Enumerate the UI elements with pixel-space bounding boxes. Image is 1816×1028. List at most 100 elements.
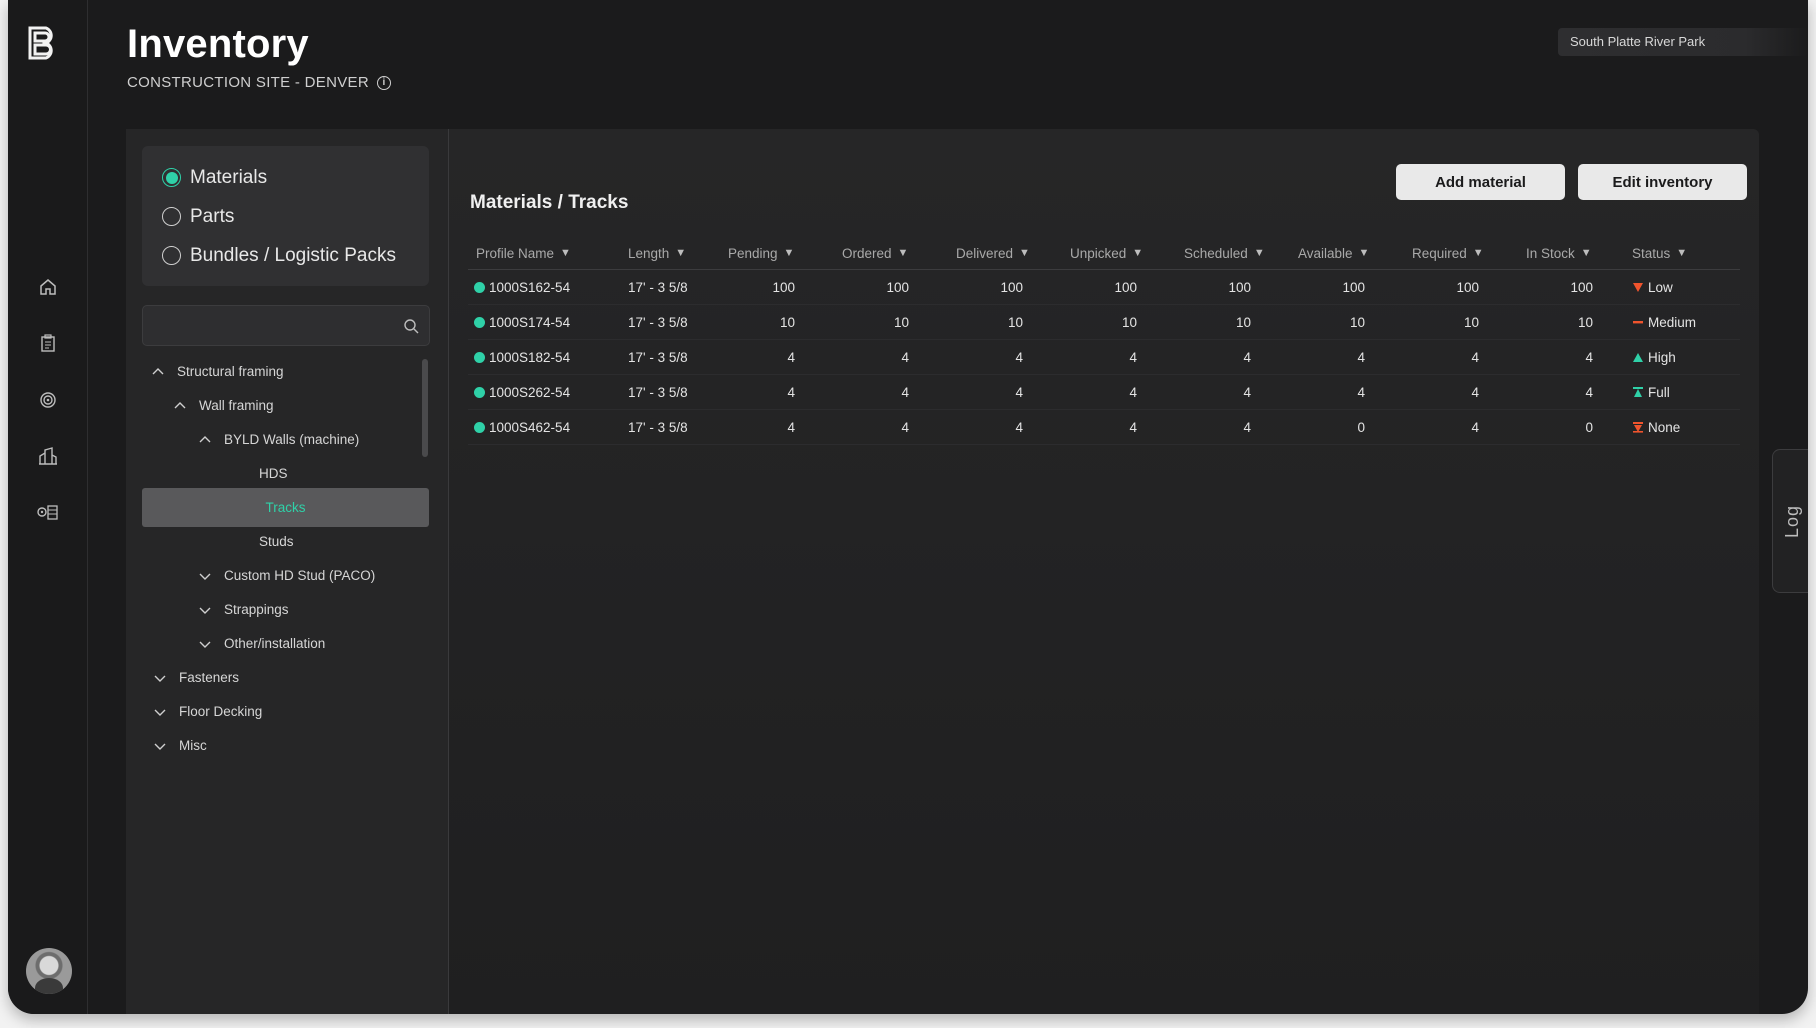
- available-cell: 100: [1342, 279, 1365, 295]
- site-label: CONSTRUCTION SITE - DENVER: [127, 74, 369, 91]
- home-icon[interactable]: [34, 273, 62, 301]
- user-avatar[interactable]: [26, 948, 72, 994]
- col-header-in-stock[interactable]: In Stock ▼: [1510, 246, 1624, 261]
- tree-label: HDS: [259, 466, 288, 481]
- add-material-button[interactable]: Add material: [1396, 164, 1565, 200]
- pending-cell: 4: [787, 419, 795, 435]
- unpicked-cell: 4: [1129, 349, 1137, 365]
- search-icon[interactable]: [403, 318, 419, 334]
- unpicked-cell: 10: [1121, 314, 1137, 330]
- radio-parts[interactable]: Parts: [142, 197, 429, 236]
- radio-button[interactable]: [162, 207, 181, 226]
- radio-label: Parts: [190, 205, 235, 227]
- inventory-table: Profile Name ▼ Length ▼ Pending ▼ Ordered ▼ …: [468, 237, 1740, 445]
- warehouse-icon[interactable]: [34, 498, 62, 526]
- table-row[interactable]: 1000S262-54 17' - 3 5/8 4 4 4 4 4 4 4 4 Full: [468, 375, 1740, 410]
- scheduled-cell: 10: [1235, 314, 1251, 330]
- sort-arrow-icon: ▼: [1019, 247, 1030, 259]
- col-header-delivered[interactable]: Delivered ▼: [940, 246, 1054, 261]
- required-cell: 100: [1456, 279, 1479, 295]
- tree-label: Tracks: [265, 500, 306, 515]
- status-dot-icon: [474, 316, 485, 328]
- tree-label: Wall framing: [199, 398, 274, 413]
- profile-name-cell: 1000S182-54: [468, 350, 614, 365]
- chevron-down-icon: [199, 641, 211, 648]
- app-window: Inventory CONSTRUCTION SITE - DENVER i S…: [8, 0, 1808, 1014]
- col-header-ordered[interactable]: Ordered ▼: [826, 246, 940, 261]
- required-cell: 4: [1471, 384, 1479, 400]
- nav-rail: [8, 0, 88, 1014]
- materials-content: Materials / Tracks Add material Edit inv…: [450, 129, 1759, 1014]
- site-selector[interactable]: South Platte River Park: [1558, 28, 1808, 56]
- ordered-cell: 4: [901, 419, 909, 435]
- tree-scrollbar[interactable]: [422, 359, 428, 457]
- col-header-available[interactable]: Available ▼: [1282, 246, 1396, 261]
- col-header-unpicked[interactable]: Unpicked ▼: [1054, 246, 1168, 261]
- required-cell: 4: [1471, 349, 1479, 365]
- status-medium-icon: [1632, 316, 1644, 328]
- tree-label: Studs: [259, 534, 294, 549]
- tree-label: Fasteners: [179, 670, 240, 685]
- table-row[interactable]: 1000S182-54 17' - 3 5/8 4 4 4 4 4 4 4 4 High: [468, 340, 1740, 375]
- ordered-cell: 4: [901, 349, 909, 365]
- search-input[interactable]: [143, 306, 383, 345]
- edit-inventory-button[interactable]: Edit inventory: [1578, 164, 1747, 200]
- clipboard-icon[interactable]: [34, 329, 62, 357]
- radio-materials[interactable]: Materials: [142, 158, 429, 197]
- chevron-up-icon: [199, 435, 211, 442]
- unpicked-cell: 4: [1129, 384, 1137, 400]
- chevron-down-icon: [199, 573, 211, 580]
- length-cell: 17' - 3 5/8: [628, 349, 688, 365]
- target-icon[interactable]: [34, 386, 62, 414]
- status-none-icon: [1632, 421, 1644, 433]
- status-cell: Low: [1624, 280, 1724, 295]
- col-header-length[interactable]: Length ▼: [614, 246, 712, 261]
- sort-arrow-icon: ▼: [897, 247, 909, 259]
- pending-cell: 4: [787, 349, 795, 365]
- radio-bundles[interactable]: Bundles / Logistic Packs: [142, 236, 429, 275]
- table-row[interactable]: 1000S162-54 17' - 3 5/8 100 100 100 100 100 100…: [468, 270, 1740, 305]
- col-header-status[interactable]: Status ▼: [1624, 246, 1724, 261]
- required-cell: 10: [1463, 314, 1479, 330]
- col-header-required[interactable]: Required ▼: [1396, 246, 1510, 261]
- brand-logo-icon[interactable]: [26, 24, 62, 64]
- pending-cell: 100: [772, 279, 795, 295]
- radio-label: Bundles / Logistic Packs: [190, 244, 396, 266]
- pending-cell: 4: [787, 384, 795, 400]
- chevron-down-icon: [199, 607, 211, 614]
- col-header-pending[interactable]: Pending ▼: [712, 246, 826, 261]
- in-stock-cell: 4: [1585, 384, 1593, 400]
- sort-arrow-icon: ▼: [1358, 247, 1370, 259]
- status-cell: None: [1624, 420, 1724, 435]
- available-cell: 4: [1357, 384, 1365, 400]
- info-icon[interactable]: i: [376, 75, 391, 90]
- status-dot-icon: [474, 386, 485, 398]
- building-icon[interactable]: [34, 442, 62, 470]
- tree-label: BYLD Walls (machine): [224, 432, 360, 447]
- table-row[interactable]: 1000S174-54 17' - 3 5/8 10 10 10 10 10 10 10 10 Me…: [468, 305, 1740, 340]
- status-full-icon: [1632, 386, 1644, 398]
- ordered-cell: 4: [901, 384, 909, 400]
- radio-button-selected[interactable]: [162, 168, 181, 187]
- tree-label: Strappings: [224, 602, 289, 617]
- delivered-cell: 4: [1015, 384, 1023, 400]
- main-panel: Materials Parts Bundles / Logistic Packs: [126, 129, 1759, 1014]
- length-cell: 17' - 3 5/8: [628, 419, 688, 435]
- profile-name-cell: 1000S462-54: [468, 420, 614, 435]
- ordered-cell: 100: [886, 279, 909, 295]
- scheduled-cell: 4: [1243, 349, 1251, 365]
- table-row[interactable]: 1000S462-54 17' - 3 5/8 4 4 4 4 4 0 4 0 None: [468, 410, 1740, 445]
- status-cell: Medium: [1624, 315, 1724, 330]
- chevron-down-icon: [154, 709, 166, 716]
- radio-button[interactable]: [162, 246, 181, 265]
- col-header-profile-name[interactable]: Profile Name ▼: [468, 246, 614, 261]
- page-title: Inventory: [127, 22, 309, 66]
- col-header-scheduled[interactable]: Scheduled ▼: [1168, 246, 1282, 261]
- scheduled-cell: 4: [1243, 384, 1251, 400]
- in-stock-cell: 0: [1585, 419, 1593, 435]
- delivered-cell: 10: [1007, 314, 1023, 330]
- profile-name-cell: 1000S162-54: [468, 280, 614, 295]
- log-tab[interactable]: Log: [1772, 449, 1808, 593]
- tree-item-misc[interactable]: Misc: [153, 726, 207, 765]
- scheduled-cell: 4: [1243, 419, 1251, 435]
